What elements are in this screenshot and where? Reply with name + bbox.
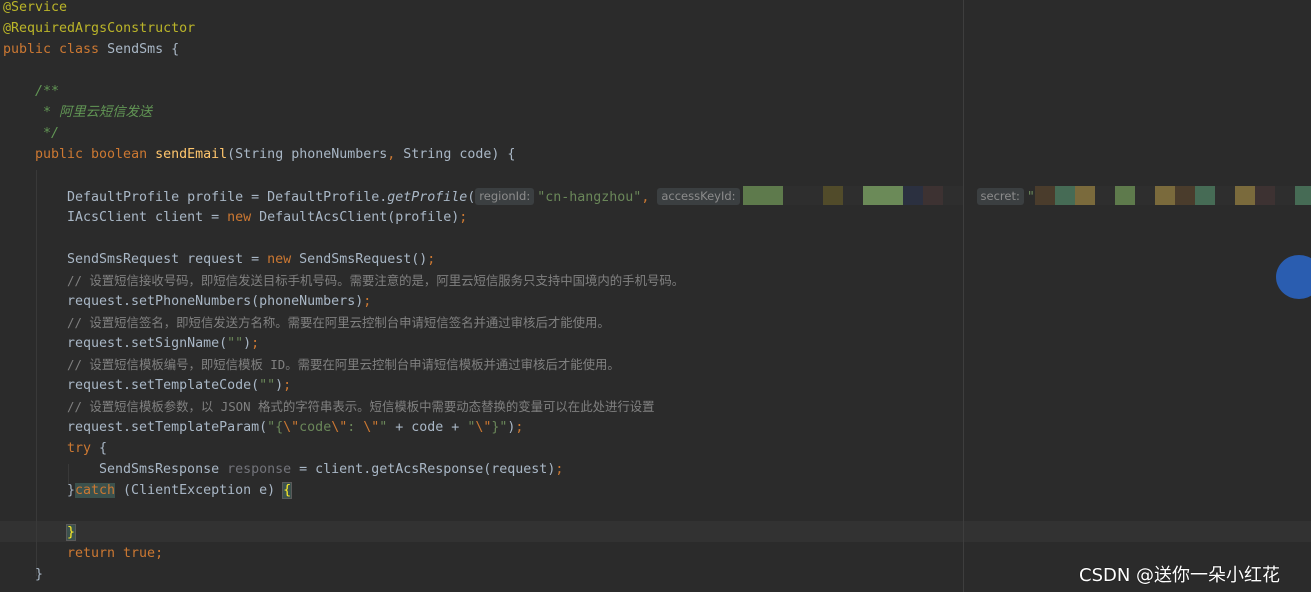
code-line-16: // 设置短信签名，即短信发送方名称。需要在阿里云控制台申请短信签名并通过审核后… (67, 312, 610, 333)
code-line-13: SendSmsRequest request = new SendSmsRequ… (67, 252, 436, 267)
redaction-block (1194, 186, 1215, 205)
param-hint-access-key: accessKeyId: (657, 188, 740, 205)
redaction-block (1174, 186, 1195, 205)
redaction-block (1094, 186, 1115, 205)
redaction-block (882, 186, 903, 205)
redaction-block (942, 186, 963, 205)
code-line-27: return true; (67, 546, 164, 561)
code-line-6: * 阿里云短信发送 (35, 102, 152, 123)
code-editor[interactable]: @Service @RequiredArgsConstructor public… (0, 0, 1311, 592)
redaction-block (1074, 186, 1095, 205)
code-line-14: // 设置短信接收号码，即短信发送目标手机号码。需要注意的是，阿里云短信服务只支… (67, 270, 684, 291)
matched-brace-close: } (65, 524, 77, 541)
code-line-20: // 设置短信模板参数，以 JSON 格式的字符串表示。短信模板中需要动态替换的… (67, 396, 655, 417)
redaction-block (822, 186, 843, 205)
indent-guide (36, 170, 37, 576)
redaction-block (1274, 186, 1295, 205)
redacted-secret (1034, 186, 1311, 205)
redaction-block (1054, 186, 1075, 205)
class-name: SendSms { (107, 42, 180, 57)
code-line-21: request.setTemplateParam("{\"code\": \""… (67, 420, 524, 435)
param-hint-secret: secret: (976, 188, 1024, 205)
redaction-block (1034, 186, 1055, 205)
right-margin-guide (963, 0, 964, 592)
redaction-block (902, 186, 923, 205)
code-line-19: request.setTemplateCode(""); (67, 378, 292, 393)
code-line-5: /** (35, 84, 60, 99)
redacted-access-key (742, 186, 963, 205)
redaction-block (1134, 186, 1155, 205)
redaction-block (802, 186, 823, 205)
redaction-block (1154, 186, 1175, 205)
current-line-highlight (0, 521, 1311, 542)
code-line-26: } (65, 522, 77, 543)
javadoc-text: * 阿里云短信发送 (35, 105, 153, 120)
code-line-28: } (35, 567, 44, 582)
code-line-11: IAcsClient client = new DefaultAcsClient… (67, 210, 468, 225)
redaction-block (1214, 186, 1235, 205)
redaction-block (782, 186, 803, 205)
code-line-2: @RequiredArgsConstructor (3, 18, 195, 39)
annotation-service: @Service (3, 0, 68, 15)
redaction-block (762, 186, 783, 205)
code-line-17: request.setSignName(""); (67, 336, 260, 351)
code-line-24: }catch (ClientException e) { (67, 482, 293, 499)
code-line-18: // 设置短信模板编号，即短信模板 ID。需要在阿里云控制台申请短信模板并通过审… (67, 354, 620, 375)
method-name: sendEmail (155, 147, 228, 162)
redaction-block (862, 186, 883, 205)
code-line-3: public class SendSms { (3, 42, 180, 57)
catch-keyword-highlight: catch (75, 483, 116, 498)
redaction-block (1254, 186, 1275, 205)
comment-template: // 设置短信模板编号，即短信模板 ID。需要在阿里云控制台申请短信模板并通过审… (67, 357, 620, 372)
redaction-block (1234, 186, 1255, 205)
redaction-block (742, 186, 763, 205)
code-line-8: public boolean sendEmail(String phoneNum… (35, 147, 516, 162)
code-line-23: SendSmsResponse response = client.getAcs… (99, 462, 564, 477)
matched-brace-open: { (282, 482, 293, 499)
code-line-22: try { (67, 441, 108, 456)
text-caret (75, 524, 77, 539)
param-hint-region: regionId: (475, 188, 535, 205)
comment-phone: // 设置短信接收号码，即短信发送目标手机号码。需要注意的是，阿里云短信服务只支… (67, 273, 685, 288)
code-line-1: @Service (3, 0, 67, 18)
watermark: CSDN @送你一朵小红花 (1079, 565, 1281, 586)
redaction-block (1114, 186, 1135, 205)
redaction-block (1294, 186, 1311, 205)
code-line-7: */ (35, 126, 60, 141)
annotation-required-args: @RequiredArgsConstructor (3, 21, 196, 36)
redaction-block (842, 186, 863, 205)
comment-param: // 设置短信模板参数，以 JSON 格式的字符串表示。短信模板中需要动态替换的… (67, 399, 655, 414)
comment-sign: // 设置短信签名，即短信发送方名称。需要在阿里云控制台申请短信签名并通过审核后… (67, 315, 610, 330)
code-line-10: DefaultProfile profile = DefaultProfile.… (67, 186, 1311, 207)
redaction-block (922, 186, 943, 205)
code-line-15: request.setPhoneNumbers(phoneNumbers); (67, 294, 372, 309)
